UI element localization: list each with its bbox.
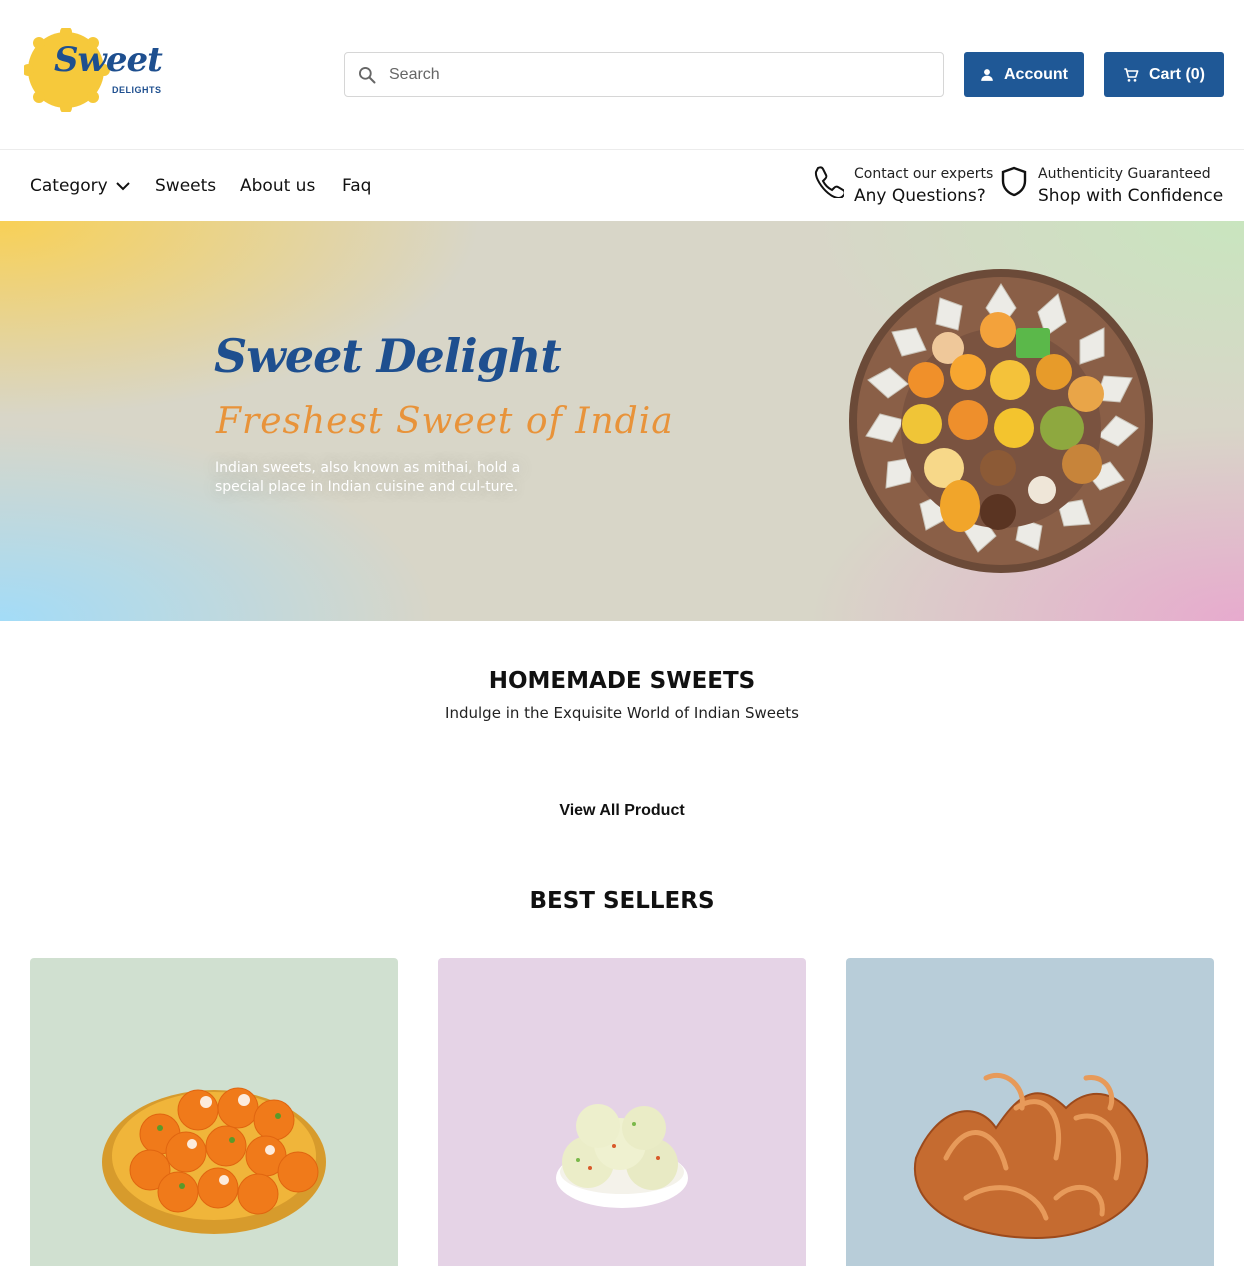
hero-title: Sweet Delight xyxy=(214,329,562,383)
main-nav: Category Sweets About us Faq Contact our… xyxy=(0,150,1244,220)
logo-wordmark: Sweet xyxy=(54,40,163,80)
user-icon xyxy=(981,68,993,81)
product-card-jalebi[interactable] xyxy=(846,958,1214,1266)
nav-sweets[interactable]: Sweets xyxy=(155,176,216,196)
authenticity-badge: Authenticity Guaranteed Shop with Confid… xyxy=(1000,164,1223,208)
nav-category-label: Category xyxy=(30,176,108,196)
nav-category[interactable]: Category xyxy=(30,176,130,196)
brand-logo[interactable]: Sweet DELIGHTS xyxy=(22,26,174,114)
search-bar[interactable] xyxy=(344,52,944,97)
contact-experts[interactable]: Contact our experts Any Questions? xyxy=(812,164,993,208)
homemade-section-subtitle: Indulge in the Exquisite World of Indian… xyxy=(445,704,799,722)
nav-about[interactable]: About us xyxy=(240,176,315,196)
contact-line1: Contact our experts xyxy=(854,166,994,182)
hero-description: Indian sweets, also known as mithai, hol… xyxy=(215,460,521,495)
product-card-rasgulla[interactable] xyxy=(438,958,806,1266)
hero-subtitle: Freshest Sweet of India xyxy=(216,401,674,442)
account-button[interactable]: Account xyxy=(964,52,1084,97)
cart-icon xyxy=(1124,67,1139,82)
hero-banner: Sweet Delight Freshest Sweet of India In… xyxy=(0,221,1244,621)
site-header: Sweet DELIGHTS Account Cart (0) xyxy=(0,0,1244,150)
trust-line1: Authenticity Guaranteed xyxy=(1038,166,1211,182)
ladoo-plate-image xyxy=(102,1087,326,1234)
cart-label: Cart (0) xyxy=(1148,65,1205,83)
trust-line2: Shop with Confidence xyxy=(1038,186,1224,206)
cart-button[interactable]: Cart (0) xyxy=(1104,52,1224,97)
search-icon xyxy=(359,67,376,84)
sweets-platter-image xyxy=(849,269,1153,573)
chevron-down-icon xyxy=(115,182,130,191)
nav-sweets-label: Sweets xyxy=(155,176,217,196)
homemade-section-title: HOMEMADE SWEETS xyxy=(488,668,756,694)
jalebi-pile-image xyxy=(913,1072,1149,1240)
phone-icon xyxy=(814,166,844,198)
nav-faq-label: Faq xyxy=(342,176,372,196)
product-card-ladoo[interactable] xyxy=(30,958,398,1266)
nav-faq[interactable]: Faq xyxy=(342,176,371,196)
best-sellers-title: BEST SELLERS xyxy=(529,888,715,914)
view-all-products-link[interactable]: View All Product xyxy=(522,802,722,820)
account-label: Account xyxy=(1004,65,1068,83)
logo-subtitle: DELIGHTS xyxy=(112,85,162,95)
rasgulla-bowl-image xyxy=(556,1104,688,1208)
contact-line2: Any Questions? xyxy=(854,186,986,206)
nav-about-label: About us xyxy=(240,176,316,196)
shield-icon xyxy=(1001,166,1027,197)
search-input[interactable] xyxy=(389,53,929,96)
